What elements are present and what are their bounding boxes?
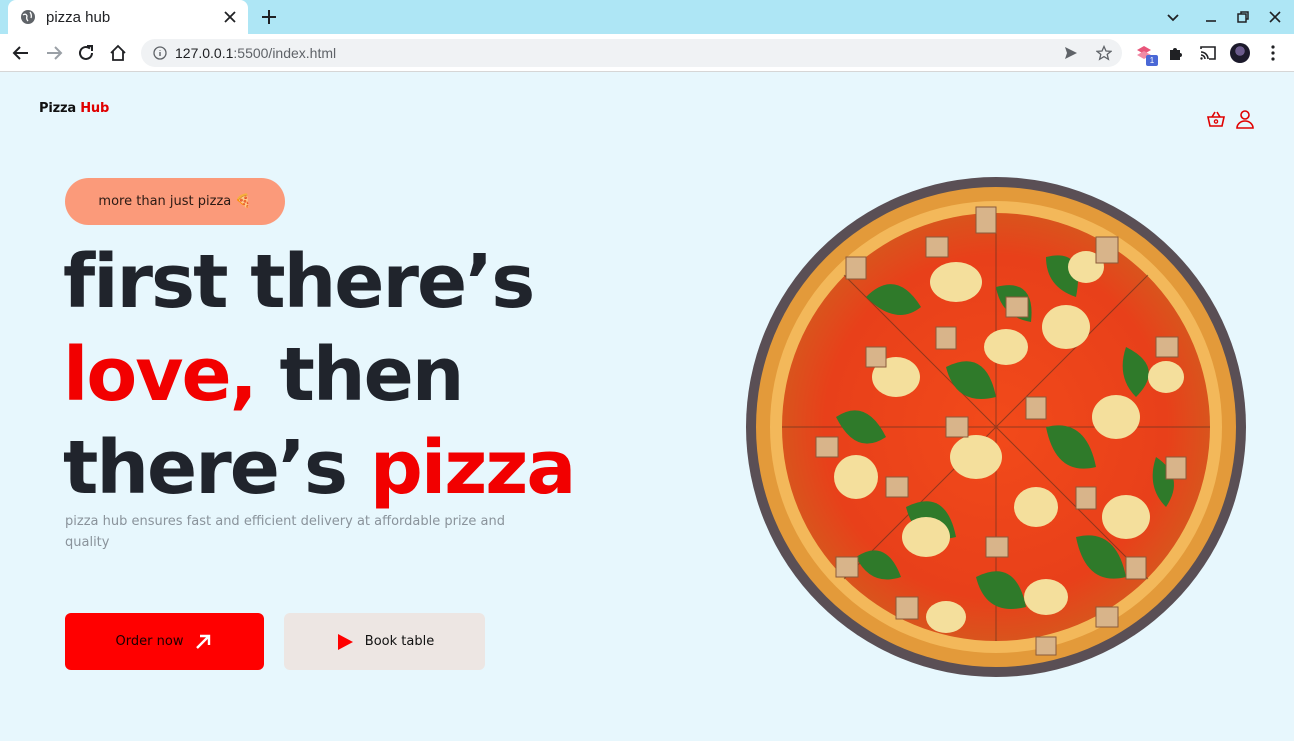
extension-badge: 1 — [1146, 55, 1158, 66]
headline-line-3: there’s pizza — [63, 425, 576, 511]
basket-icon[interactable] — [1206, 109, 1226, 129]
book-table-button[interactable]: Book table — [284, 613, 485, 670]
page-content: Pizza Hub more than just pizza 🍕 first t… — [0, 73, 1294, 741]
reload-icon[interactable] — [76, 43, 96, 63]
home-icon[interactable] — [108, 43, 128, 63]
close-tab-icon[interactable] — [222, 9, 238, 25]
cast-icon[interactable] — [1199, 44, 1217, 62]
tab-search-icon[interactable] — [1165, 9, 1181, 25]
browser-tab[interactable]: pizza hub — [8, 0, 248, 34]
tagline-pill: more than just pizza 🍕 — [65, 178, 285, 225]
headline-line-1: first there’s — [63, 239, 535, 325]
profile-avatar[interactable] — [1230, 43, 1250, 63]
minimize-icon[interactable] — [1203, 9, 1219, 25]
back-icon[interactable] — [11, 43, 31, 63]
site-info-icon[interactable] — [153, 46, 167, 60]
menu-dots-icon[interactable] — [1264, 44, 1282, 62]
close-window-icon[interactable] — [1267, 9, 1283, 25]
restore-icon[interactable] — [1235, 9, 1251, 25]
browser-toolbar: 127.0.0.1:5500/index.html 1 — [0, 34, 1294, 72]
hero-headline: first there’s love, then there’s pizza — [63, 236, 703, 515]
pizza-image — [746, 177, 1246, 677]
bookmark-star-icon[interactable] — [1096, 45, 1112, 61]
globe-icon — [21, 10, 35, 24]
hero-subtext: pizza hub ensures fast and efficient del… — [65, 514, 505, 550]
play-icon — [337, 633, 353, 650]
arrow-up-right-icon — [196, 634, 211, 649]
browser-tab-strip: pizza hub — [0, 0, 1294, 34]
new-tab-icon[interactable] — [260, 8, 278, 26]
user-icon[interactable] — [1235, 109, 1255, 129]
headline-line-2: love, then — [63, 332, 464, 418]
order-now-button[interactable]: Order now — [65, 613, 264, 670]
order-now-label: Order now — [115, 634, 184, 649]
send-icon[interactable] — [1063, 45, 1079, 61]
puzzle-icon[interactable] — [1167, 44, 1185, 62]
tab-title: pizza hub — [46, 8, 111, 26]
address-bar[interactable]: 127.0.0.1:5500/index.html — [141, 39, 1122, 67]
site-logo[interactable]: Pizza Hub — [39, 101, 109, 116]
book-table-label: Book table — [364, 634, 435, 649]
forward-icon[interactable] — [44, 43, 64, 63]
url-text: 127.0.0.1:5500/index.html — [175, 45, 337, 61]
